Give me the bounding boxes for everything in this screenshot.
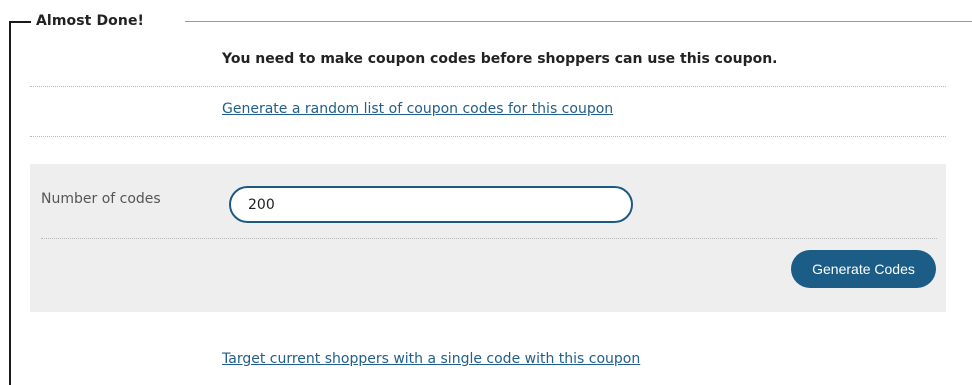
coupon-codes-section: Almost Done! You need to make coupon cod…: [0, 0, 972, 385]
generate-codes-button[interactable]: Generate Codes: [791, 250, 936, 288]
frame-border-top-right: [185, 21, 972, 22]
section-title: Almost Done!: [36, 13, 145, 29]
frame-border-left: [9, 22, 11, 385]
number-of-codes-input[interactable]: [229, 186, 633, 223]
divider: [30, 136, 946, 137]
panel-divider: [41, 238, 937, 239]
number-of-codes-label: Number of codes: [41, 191, 161, 207]
divider: [30, 86, 946, 87]
frame-border-top-left: [9, 21, 31, 23]
target-single-code-link[interactable]: Target current shoppers with a single co…: [222, 350, 640, 368]
generate-random-list-link[interactable]: Generate a random list of coupon codes f…: [222, 100, 613, 118]
coupon-codes-notice: You need to make coupon codes before sho…: [222, 51, 778, 67]
